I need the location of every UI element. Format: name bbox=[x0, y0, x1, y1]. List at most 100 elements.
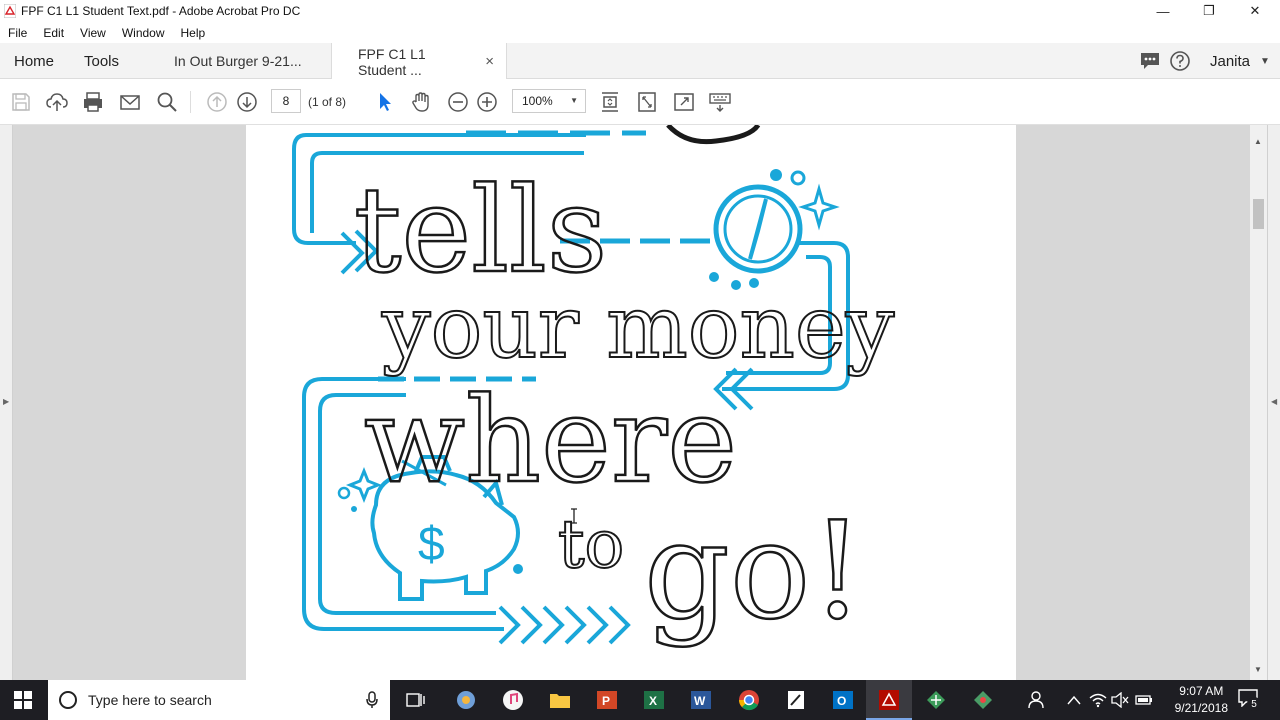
file-explorer-icon[interactable] bbox=[548, 688, 572, 712]
scroll-up-arrow[interactable]: ▲ bbox=[1254, 137, 1262, 146]
keyboard-icon bbox=[709, 93, 731, 112]
upload-button[interactable] bbox=[44, 89, 70, 115]
tools-tab[interactable]: Tools bbox=[84, 43, 119, 79]
select-tool-button[interactable] bbox=[372, 89, 398, 115]
home-tab[interactable]: Home bbox=[14, 43, 54, 79]
microphone-icon[interactable] bbox=[366, 691, 378, 709]
page-artwork: $ tells your money where to go! bbox=[292, 125, 896, 650]
chevron-down-icon: ▼ bbox=[570, 96, 578, 105]
wifi-icon[interactable] bbox=[1086, 688, 1110, 712]
full-screen-icon bbox=[674, 93, 694, 111]
scroll-down-arrow[interactable]: ▼ bbox=[1254, 665, 1262, 674]
itunes-app-icon[interactable] bbox=[501, 688, 525, 712]
outlook-app-icon[interactable]: O bbox=[831, 688, 855, 712]
powerpoint-app-icon[interactable]: P bbox=[595, 688, 619, 712]
close-window-button[interactable]: ✕ bbox=[1232, 0, 1278, 22]
cortana-icon bbox=[59, 691, 77, 709]
svg-text:W: W bbox=[694, 694, 706, 708]
toolbar-divider bbox=[190, 91, 191, 113]
people-icon[interactable] bbox=[1026, 688, 1050, 712]
zoom-out-button[interactable] bbox=[445, 89, 471, 115]
hand-tool-button[interactable] bbox=[408, 89, 434, 115]
vertical-scrollbar[interactable]: ▲ ▼ bbox=[1250, 125, 1267, 680]
photos-app-icon[interactable] bbox=[454, 688, 478, 712]
print-button[interactable] bbox=[80, 89, 106, 115]
menu-file[interactable]: File bbox=[0, 26, 35, 40]
search-icon bbox=[157, 92, 177, 112]
pdf-page: $ tells your money where to go! bbox=[246, 125, 1016, 680]
system-clock[interactable]: 9:07 AM 9/21/2018 bbox=[1175, 683, 1228, 717]
tab-bar: Home Tools In Out Burger 9-21... FPF C1 … bbox=[0, 43, 1280, 80]
svg-text:P: P bbox=[602, 694, 610, 708]
excel-app-icon[interactable]: X bbox=[642, 688, 666, 712]
acrobat-taskbar-button[interactable] bbox=[866, 680, 912, 720]
arrow-up-circle-icon bbox=[207, 92, 227, 112]
fit-page-button[interactable] bbox=[634, 89, 660, 115]
search-button[interactable] bbox=[154, 89, 180, 115]
user-name: Janita bbox=[1210, 52, 1251, 70]
help-icon[interactable] bbox=[1170, 51, 1190, 71]
chrome-app-icon[interactable] bbox=[737, 688, 761, 712]
scroll-mode-button[interactable] bbox=[597, 89, 623, 115]
battery-icon[interactable] bbox=[1132, 688, 1156, 712]
volume-muted-icon[interactable] bbox=[1108, 688, 1132, 712]
search-placeholder: Type here to search bbox=[88, 692, 212, 708]
plus-circle-icon bbox=[477, 92, 497, 112]
chevron-right-icon: ▶ bbox=[3, 397, 10, 406]
full-screen-button[interactable] bbox=[671, 89, 697, 115]
task-view-icon[interactable] bbox=[404, 688, 428, 712]
page-count-label: (1 of 8) bbox=[308, 95, 347, 109]
map-app-icon[interactable] bbox=[924, 688, 948, 712]
document-tab-inout[interactable]: In Out Burger 9-21... bbox=[162, 43, 332, 79]
left-panel-toggle[interactable]: ▶ bbox=[0, 125, 13, 680]
fit-page-icon bbox=[638, 92, 656, 112]
chevron-down-icon: ▼ bbox=[1260, 55, 1270, 67]
close-tab-icon[interactable]: × bbox=[485, 53, 494, 70]
user-menu[interactable]: Janita ▼ bbox=[1210, 43, 1270, 79]
headline-go: go! bbox=[644, 493, 864, 649]
comment-icon[interactable] bbox=[1140, 52, 1160, 70]
restore-button[interactable]: ❐ bbox=[1186, 0, 1232, 22]
menu-window[interactable]: Window bbox=[114, 26, 173, 40]
action-center-button[interactable]: 5 bbox=[1238, 689, 1261, 711]
window-title: FPF C1 L1 Student Text.pdf - Adobe Acrob… bbox=[21, 4, 301, 18]
word-app-icon[interactable]: W bbox=[689, 688, 713, 712]
paint-app-icon[interactable] bbox=[971, 688, 995, 712]
more-tools-button[interactable] bbox=[707, 89, 733, 115]
notification-count-badge: 5 bbox=[1247, 697, 1261, 711]
svg-text:O: O bbox=[837, 694, 846, 708]
minimize-button[interactable]: — bbox=[1140, 0, 1186, 22]
headline-your-money: your money bbox=[381, 278, 895, 378]
zoom-value: 100% bbox=[522, 94, 553, 108]
taskbar-search-box[interactable]: Type here to search bbox=[48, 680, 390, 720]
svg-text:X: X bbox=[649, 694, 657, 708]
previous-page-button[interactable] bbox=[204, 89, 230, 115]
cloud-upload-icon bbox=[46, 93, 68, 111]
document-workspace: ▶ ◀ ▲ ▼ $ tells your money where to go! bbox=[0, 125, 1280, 680]
headline-where: where bbox=[364, 371, 737, 509]
clock-date: 9/21/2018 bbox=[1174, 701, 1228, 715]
next-page-button[interactable] bbox=[234, 89, 260, 115]
zoom-select[interactable]: 100% ▼ bbox=[512, 89, 586, 113]
zoom-in-button[interactable] bbox=[474, 89, 500, 115]
windows-start-icon[interactable] bbox=[14, 691, 32, 709]
document-tab-label: FPF C1 L1 Student ... bbox=[358, 45, 426, 78]
chevron-left-icon: ◀ bbox=[1271, 397, 1278, 406]
email-button[interactable] bbox=[117, 89, 143, 115]
save-icon bbox=[12, 93, 30, 111]
headline-to: to bbox=[558, 506, 624, 583]
menu-view[interactable]: View bbox=[72, 26, 114, 40]
arrow-down-circle-icon bbox=[237, 92, 257, 112]
toolbar bbox=[0, 79, 1280, 125]
right-panel-toggle[interactable]: ◀ bbox=[1267, 125, 1280, 680]
scrollbar-thumb[interactable] bbox=[1253, 199, 1264, 229]
notepad-app-icon[interactable] bbox=[784, 688, 808, 712]
menu-edit[interactable]: Edit bbox=[35, 26, 72, 40]
page-number-input[interactable]: 8 bbox=[271, 89, 301, 113]
document-tab-fpf[interactable]: FPF C1 L1 Student ... × bbox=[331, 43, 507, 80]
menu-help[interactable]: Help bbox=[173, 26, 214, 40]
acrobat-app-icon bbox=[4, 4, 16, 18]
save-button[interactable] bbox=[8, 89, 34, 115]
acrobat-app-icon bbox=[879, 690, 899, 710]
chevron-up-icon[interactable] bbox=[1062, 688, 1086, 712]
